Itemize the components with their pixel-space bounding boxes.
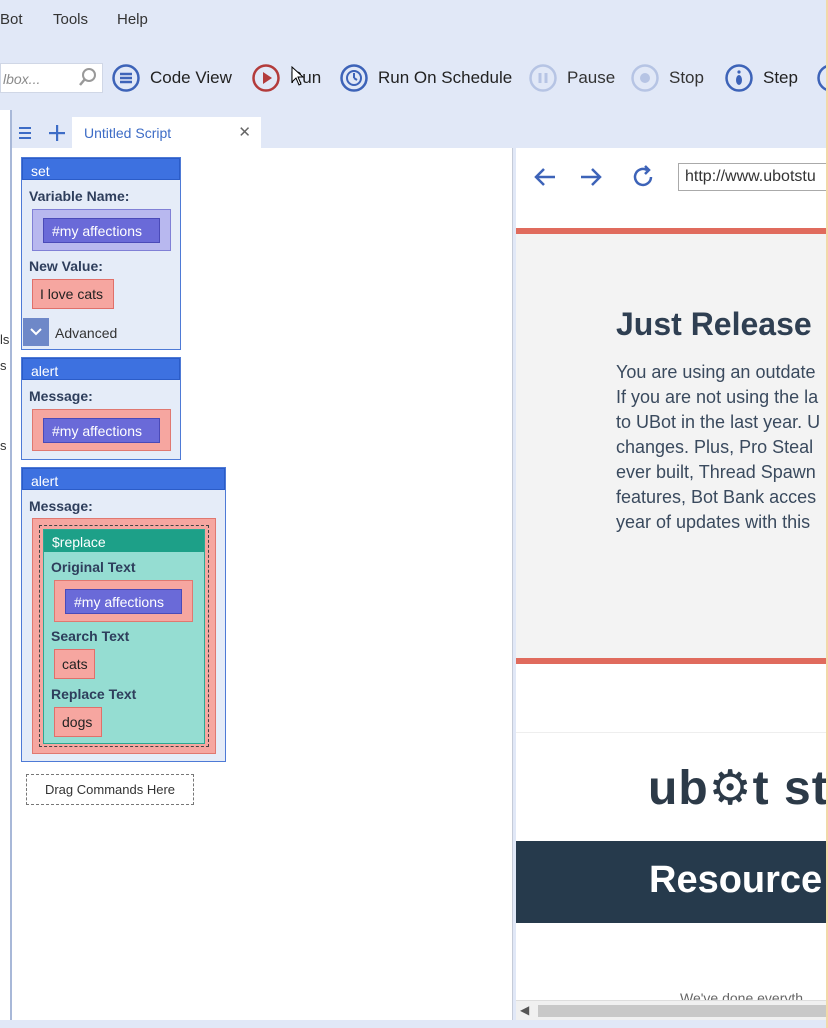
drag-commands-dropzone[interactable]: Drag Commands Here	[26, 774, 194, 805]
variable-chip[interactable]: #my affections	[43, 218, 160, 243]
chevron-down-icon	[30, 328, 42, 336]
command-title: alert	[22, 358, 180, 380]
run-on-schedule-label: Run On Schedule	[378, 68, 513, 87]
string-value[interactable]: cats	[54, 649, 95, 679]
function-title: $replace	[44, 530, 204, 552]
advanced-label: Advanced	[55, 325, 118, 341]
variable-chip[interactable]: #my affections	[43, 418, 160, 443]
ubot-studio-logo: ub⚙t st	[648, 762, 828, 815]
banner-bottom-border	[516, 658, 828, 664]
run-button[interactable]: Run	[251, 63, 321, 93]
left-panel-edge: ls s s	[0, 110, 12, 1028]
bottom-frame	[0, 1020, 828, 1028]
section-divider	[516, 732, 828, 733]
banner-paragraph-line: year of updates with this	[616, 512, 811, 532]
search-box[interactable]: lbox...	[0, 63, 103, 93]
banner-paragraph-line: You are using an outdate	[616, 362, 816, 382]
replace-function-block[interactable]: $replace Original Text #my affections Se…	[43, 529, 205, 744]
parameter-label: Message:	[29, 388, 93, 404]
alert-command-block[interactable]: alert Message: #my affections	[21, 357, 181, 460]
banner-paragraph-line: to UBot in the last year. U	[616, 412, 821, 432]
menu-tools[interactable]: Tools	[53, 11, 88, 28]
footprint-icon	[724, 63, 754, 93]
code-view-icon	[111, 63, 141, 93]
advanced-toggle[interactable]	[23, 318, 49, 346]
message-slot[interactable]: #my affections	[32, 409, 171, 451]
banner-paragraph-line: features, Bot Bank acces	[616, 487, 817, 507]
left-edge-text: s	[0, 358, 7, 373]
banner-paragraph-line: If you are not using the la	[616, 387, 819, 407]
scroll-left-icon[interactable]: ◀	[520, 1003, 529, 1017]
step-button[interactable]: Step	[724, 63, 798, 93]
menu-bot[interactable]: Bot	[0, 11, 23, 28]
resources-heading: Resource	[649, 859, 823, 901]
original-text-slot[interactable]: #my affections	[54, 580, 193, 622]
string-value[interactable]: I love cats	[32, 279, 114, 309]
pause-icon	[528, 63, 558, 93]
pause-button[interactable]: Pause	[528, 63, 615, 93]
banner-headline: Just Release	[616, 306, 812, 342]
arrow-left-icon	[534, 168, 555, 186]
resources-banner: Resource	[516, 841, 828, 923]
parameter-label: Original Text	[51, 559, 136, 575]
run-on-schedule-button[interactable]: Run On Schedule	[339, 63, 512, 93]
refresh-button[interactable]	[630, 164, 656, 195]
stop-icon	[630, 63, 660, 93]
string-value[interactable]: dogs	[54, 707, 102, 737]
tab-untitled-script[interactable]: Untitled Script ✕	[72, 117, 261, 148]
tab-strip	[12, 117, 70, 148]
parameter-label: New Value:	[29, 258, 103, 274]
step-label: Step	[763, 68, 798, 87]
left-edge-text: ls	[0, 332, 10, 347]
url-field[interactable]: http://www.ubotstu	[678, 163, 828, 191]
stop-label: Stop	[669, 68, 704, 87]
command-title: alert	[22, 468, 225, 490]
variable-chip[interactable]: #my affections	[65, 589, 182, 614]
menu-help[interactable]: Help	[117, 11, 148, 28]
hamburger-icon	[19, 126, 31, 139]
parameter-label: Variable Name:	[29, 188, 130, 204]
horizontal-scrollbar[interactable]: ◀	[516, 1000, 828, 1020]
tab-list-button[interactable]	[12, 117, 38, 148]
top-chrome: Bot Tools Help lbox... Code View Run Run…	[0, 0, 828, 148]
parameter-label: Message:	[29, 498, 93, 514]
search-icon[interactable]	[78, 67, 98, 94]
banner-paragraph-line: ever built, Thread Spawn	[616, 462, 816, 482]
pause-label: Pause	[567, 68, 616, 87]
stop-button[interactable]: Stop	[630, 63, 704, 93]
mouse-cursor-icon	[291, 66, 305, 86]
arrow-right-icon	[581, 168, 602, 186]
code-view-label: Code View	[150, 68, 232, 87]
parameter-label: Replace Text	[51, 686, 137, 702]
clock-icon	[339, 63, 369, 93]
parameter-label: Search Text	[51, 628, 130, 644]
banner-paragraph-line: changes. Plus, Pro Steal	[616, 437, 814, 457]
new-tab-button[interactable]	[44, 117, 70, 148]
refresh-icon	[633, 165, 653, 187]
left-edge-text: s	[0, 438, 7, 453]
back-button[interactable]	[532, 164, 558, 195]
close-icon[interactable]: ✕	[238, 123, 251, 141]
tab-label: Untitled Script	[84, 125, 172, 141]
plus-icon	[49, 124, 65, 141]
run-icon	[251, 63, 281, 93]
scrollbar-thumb[interactable]	[538, 1005, 828, 1017]
alert-command-block[interactable]: alert Message: $replace Original Text #m…	[21, 467, 226, 762]
search-input[interactable]: lbox...	[3, 71, 40, 87]
set-command-block[interactable]: set Variable Name: #my affections New Va…	[21, 157, 181, 350]
forward-button[interactable]	[578, 164, 604, 195]
code-view-button[interactable]: Code View	[111, 63, 232, 93]
browser-pane: http://www.ubotstu Just Release You are …	[516, 148, 828, 1020]
command-title: set	[22, 158, 180, 180]
message-slot[interactable]: $replace Original Text #my affections Se…	[32, 518, 216, 754]
variable-slot[interactable]: #my affections	[32, 209, 171, 251]
